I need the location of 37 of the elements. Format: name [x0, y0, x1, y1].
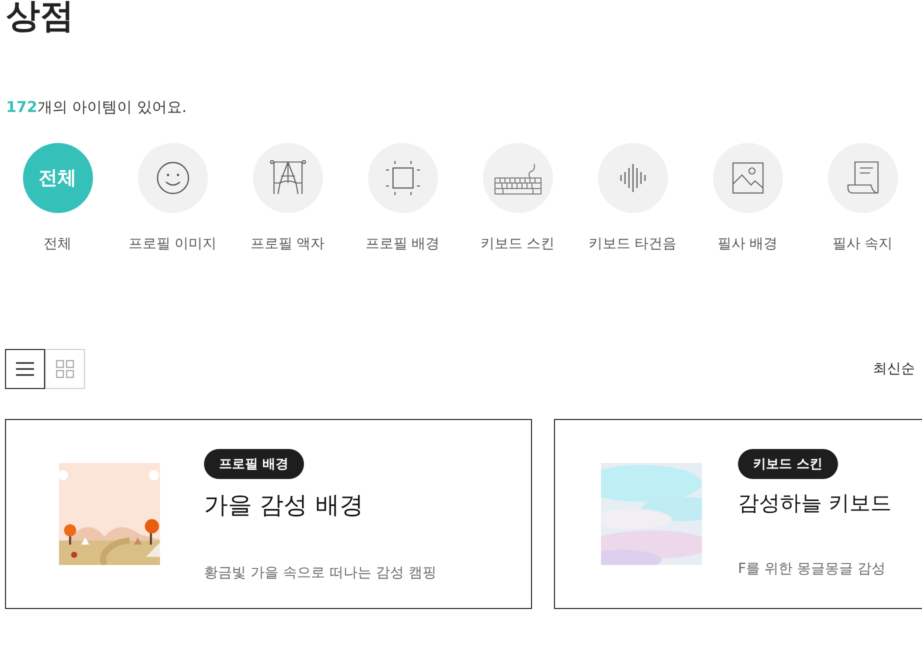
product-card[interactable]: 프로필 배경 가을 감성 배경 황금빛 가을 속으로 떠나는 감성 캠핑 — [5, 419, 532, 609]
grid-icon — [56, 360, 74, 378]
circle-label: 전체 — [38, 166, 76, 191]
category-tab[interactable]: 프로필 이미지 — [115, 143, 230, 253]
product-description: 황금빛 가을 속으로 떠나는 감성 캠핑 — [204, 564, 436, 582]
category-tag: 프로필 배경 — [204, 449, 304, 479]
category-label: 키보드 타건음 — [588, 235, 677, 253]
page-title: 상점 — [6, 0, 75, 36]
list-icon — [16, 362, 34, 376]
curtain-icon — [270, 159, 306, 197]
product-card[interactable]: 키보드 스킨 감성하늘 키보드 F를 위한 몽글몽글 감성 — [554, 419, 922, 609]
category-tab[interactable]: 키보드 스킨 — [460, 143, 575, 253]
category-tab[interactable]: 프로필 배경 — [345, 143, 460, 253]
category-label: 필사 속지 — [832, 235, 893, 253]
category-label: 키보드 스킨 — [480, 235, 555, 253]
category-label: 전체 — [44, 235, 72, 253]
image-icon — [732, 162, 764, 194]
frame-icon — [384, 160, 420, 196]
sort-option[interactable]: 최신순 — [873, 360, 922, 378]
category-tab[interactable]: 프로필 액자 — [230, 143, 345, 253]
item-count: 172개의 아이템이 있어요. — [6, 98, 188, 117]
list-view-button[interactable] — [5, 349, 45, 389]
category-tab[interactable]: 전체 전체 — [0, 143, 115, 253]
category-label: 프로필 이미지 — [128, 235, 217, 253]
category-tag: 키보드 스킨 — [738, 449, 838, 479]
smiley-icon — [156, 161, 190, 195]
product-title: 가을 감성 배경 — [204, 490, 364, 521]
category-label: 프로필 배경 — [365, 235, 440, 253]
sound-wave-icon — [618, 163, 646, 193]
category-label: 프로필 액자 — [250, 235, 325, 253]
paper-icon — [846, 161, 878, 195]
category-tab[interactable]: 키보드 타건음 — [575, 143, 690, 253]
product-title: 감성하늘 키보드 — [738, 490, 892, 517]
category-label: 필사 배경 — [717, 235, 778, 253]
category-tab[interactable]: 필사 속지 — [805, 143, 920, 253]
category-tab[interactable]: 필사 배경 — [690, 143, 805, 253]
product-description: F를 위한 몽글몽글 감성 — [738, 560, 886, 578]
